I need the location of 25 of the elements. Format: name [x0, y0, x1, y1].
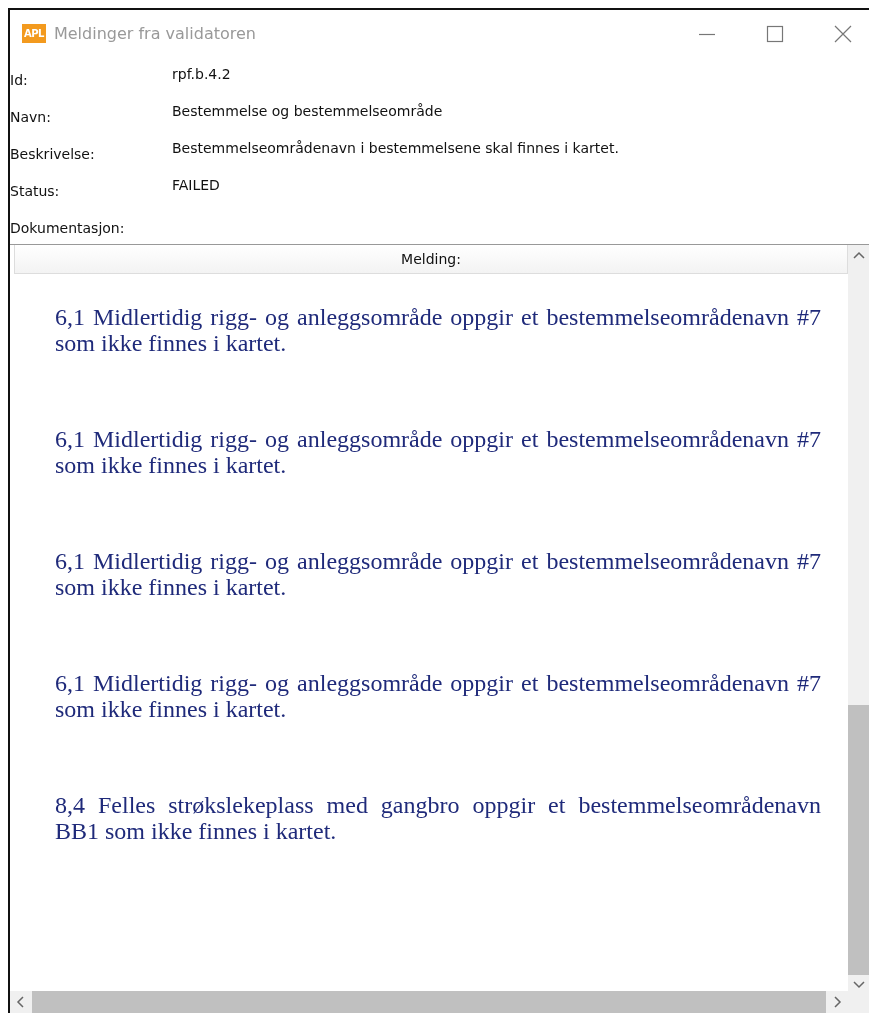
scroll-left-icon[interactable]	[16, 996, 26, 1008]
field-label: Dokumentasjon:	[10, 218, 126, 236]
field-value: rpf.b.4.2	[172, 65, 231, 84]
message-text: 8,4 Felles strøkslekeplass med gangbro oppgir et bestemmelseområdenavn BB1 som ikke finnes i kartet.	[55, 792, 821, 844]
message-text: 6,1 Midlertidig rigg- og anleggsområde oppgir et bestemmelseområdenavn #7 som ikke finnes i kartet.	[55, 670, 821, 722]
message-text: 6,1 Midlertidig rigg- og anleggsområde oppgir et bestemmelseområdenavn #7 som ikke finnes i kartet.	[55, 426, 821, 478]
vertical-scrollbar[interactable]	[848, 245, 869, 1013]
field-label: Id:	[10, 70, 29, 88]
app-logo: APL	[22, 24, 46, 43]
field-value: Bestemmelseområdenavn i bestemmelsene skal finnes i kartet.	[172, 139, 619, 158]
message-text: 6,1 Midlertidig rigg- og anleggsområde oppgir et bestemmelseområdenavn #7 som ikke finnes i kartet.	[55, 304, 821, 356]
scroll-right-icon[interactable]	[832, 996, 842, 1008]
scroll-thumb[interactable]	[848, 705, 869, 975]
scroll-down-icon[interactable]	[852, 979, 865, 989]
field-value: FAILED	[172, 176, 220, 195]
maximize-icon[interactable]	[765, 23, 785, 44]
message-text: 6,1 Midlertidig rigg- og anleggsområde oppgir et bestemmelseområdenavn #7 som ikke finnes i kartet.	[55, 548, 821, 600]
field-label: Beskrivelse:	[10, 144, 96, 162]
scroll-up-icon[interactable]	[852, 251, 865, 261]
window-title: Meldinger fra validatoren	[53, 24, 256, 43]
field-label: Status:	[10, 181, 61, 199]
column-header[interactable]: Melding:	[14, 245, 848, 274]
field-value: Bestemmelse og bestemmelseområde	[172, 102, 443, 121]
close-icon[interactable]	[833, 23, 853, 44]
field-label: Navn:	[10, 107, 52, 125]
